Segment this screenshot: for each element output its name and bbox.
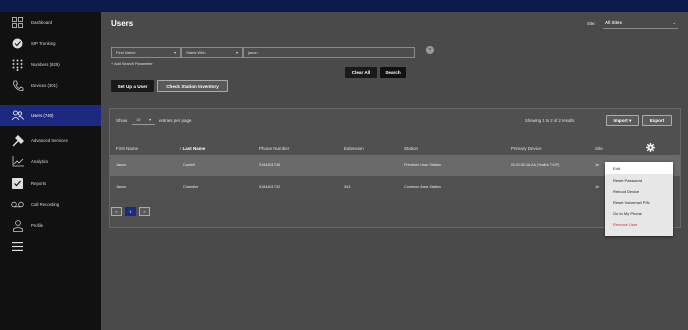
cell-extension: 343 — [344, 185, 351, 189]
grid-icon — [10, 16, 25, 29]
menu-item-remove-user[interactable]: Remove User — [613, 222, 637, 227]
page-size-select[interactable]: 10 ▾ — [132, 115, 155, 125]
sidebar-item-label: Call Recording — [31, 202, 60, 207]
search-operator-value: Starts With — [186, 50, 206, 55]
sidebar-item-label: Advanced Services — [31, 138, 68, 143]
top-bar — [0, 0, 688, 12]
table-row[interactable]: Jason Chandler 9164401732 343 Common Are… — [110, 177, 680, 198]
menu-item-reboot-device[interactable]: Reboot Device — [613, 189, 639, 194]
sidebar: Dashboard SIP Trunking Numbers (925) Dev… — [0, 12, 101, 330]
page-title: Users — [111, 19, 134, 28]
person-icon — [10, 219, 25, 232]
users-icon — [10, 109, 25, 122]
settings-gear-icon[interactable] — [646, 143, 655, 154]
column-header-first-name[interactable]: First Name — [116, 146, 138, 151]
search-field-value: First Name — [116, 50, 136, 55]
site-select[interactable]: All Sites ⌄ — [603, 18, 678, 29]
cell-phone: 9164401732 — [259, 185, 281, 189]
sidebar-item-label: Dashboard — [31, 20, 53, 25]
cell-last-name: Cantell — [183, 163, 195, 167]
cell-site: Je — [595, 163, 600, 167]
cell-station: Premium User Station — [404, 163, 442, 167]
chevron-down-icon: ▾ — [173, 50, 176, 55]
table-row[interactable]: Jason Cantell 9164401745 Premium User St… — [110, 155, 680, 176]
chevron-down-icon: ⌄ — [672, 20, 676, 25]
set-up-user-button[interactable]: Set Up a User — [111, 80, 154, 92]
search-operator-select[interactable]: Starts With ▾ — [181, 47, 243, 58]
sidebar-item-devices[interactable]: Devices (301) — [0, 75, 101, 96]
sidebar-item-label: Devices (301) — [31, 83, 58, 88]
column-header-primary-device[interactable]: Primary Device — [511, 146, 542, 151]
sidebar-item-users[interactable]: Users (740) — [0, 105, 101, 126]
import-button-label: Import — [613, 118, 628, 123]
pagination-next-button[interactable]: » — [139, 207, 150, 216]
cell-phone: 9164401745 — [259, 163, 281, 167]
sidebar-menu-toggle[interactable] — [0, 236, 101, 257]
phone-icon — [10, 79, 25, 92]
sidebar-item-label: Users (740) — [31, 113, 54, 118]
cell-first-name: Jason — [116, 163, 127, 167]
voicemail-icon — [10, 198, 25, 211]
sidebar-item-profile[interactable]: Profile — [0, 215, 101, 236]
site-select-value: All Sites — [605, 20, 622, 25]
results-count: Showing 1 to 2 of 2 results — [525, 118, 575, 123]
clear-search-icon[interactable]: × — [426, 46, 434, 54]
page-size-value: 10 — [136, 117, 141, 122]
sidebar-item-numbers[interactable]: Numbers (925) — [0, 54, 101, 75]
chevron-down-icon: ▾ — [627, 117, 632, 123]
sidebar-item-sip-trunking[interactable]: SIP Trunking — [0, 33, 101, 54]
chevron-down-icon: ▾ — [148, 117, 151, 122]
chart-icon — [10, 155, 25, 168]
export-button[interactable]: Export — [642, 115, 672, 126]
pagination-prev-button[interactable]: « — [111, 207, 122, 216]
entries-per-page-label: entries per page — [159, 118, 192, 123]
cell-primary-device: 00:04:0E:4A:AA (Yealink T41P) — [511, 163, 560, 167]
column-header-extension[interactable]: Extension — [344, 146, 364, 151]
sidebar-item-label: Profile — [31, 223, 44, 228]
sidebar-item-label: SIP Trunking — [31, 41, 56, 46]
clear-all-button[interactable]: Clear All — [345, 67, 377, 78]
cloud-icon — [10, 37, 25, 50]
search-button[interactable]: Search — [380, 67, 406, 78]
cell-last-name: Chandler — [183, 185, 199, 189]
search-input[interactable]: jason — [243, 47, 415, 58]
import-button[interactable]: Import ▾ — [606, 115, 639, 126]
cell-station: Common Area Station — [404, 185, 442, 189]
check-station-inventory-button[interactable]: Check Station Inventory — [157, 80, 228, 92]
cell-site: Je — [595, 185, 600, 189]
menu-item-reset-password[interactable]: Reset Password — [613, 178, 642, 183]
search-field-select[interactable]: First Name ▾ — [111, 47, 181, 58]
column-header-phone-number[interactable]: Phone Number — [259, 146, 289, 151]
dialpad-icon — [10, 58, 25, 71]
show-label: Show — [116, 118, 128, 123]
sidebar-item-reports[interactable]: Reports — [0, 173, 101, 194]
pagination-page-button[interactable]: 1 — [125, 207, 136, 216]
sidebar-item-analytics[interactable]: Analytics — [0, 151, 101, 172]
sidebar-item-advanced-services[interactable]: Advanced Services — [0, 130, 101, 151]
menu-item-reset-voicemail-pin[interactable]: Reset Voicemail PIN — [613, 200, 649, 205]
main-content: Users Site: All Sites ⌄ First Name ▾ Sta… — [101, 12, 688, 330]
column-header-station[interactable]: Station — [404, 146, 418, 151]
row-actions-menu: Edit Reset Password Reboot Device Reset … — [605, 162, 673, 236]
check-icon — [10, 177, 25, 190]
menu-item-edit[interactable]: Edit — [613, 166, 620, 171]
menu-item-go-to-my-phone[interactable]: Go to My Phone — [613, 211, 642, 216]
add-search-parameter-link[interactable]: + Add Search Parameter — [111, 62, 153, 66]
column-header-site[interactable]: Site — [595, 146, 603, 151]
sidebar-item-label: Analytics — [31, 159, 49, 164]
sidebar-item-label: Reports — [31, 181, 47, 186]
search-input-value: jason — [248, 50, 258, 55]
sidebar-item-dashboard[interactable]: Dashboard — [0, 12, 101, 33]
menu-icon — [10, 240, 25, 253]
sidebar-item-call-recording[interactable]: Call Recording — [0, 194, 101, 215]
site-label: Site: — [587, 21, 596, 26]
column-header-last-name[interactable]: ↑ Last Name — [179, 146, 205, 151]
chevron-down-icon: ▾ — [235, 50, 238, 55]
tools-icon — [10, 134, 25, 147]
cell-first-name: Jason — [116, 185, 127, 189]
sidebar-item-label: Numbers (925) — [31, 62, 60, 67]
